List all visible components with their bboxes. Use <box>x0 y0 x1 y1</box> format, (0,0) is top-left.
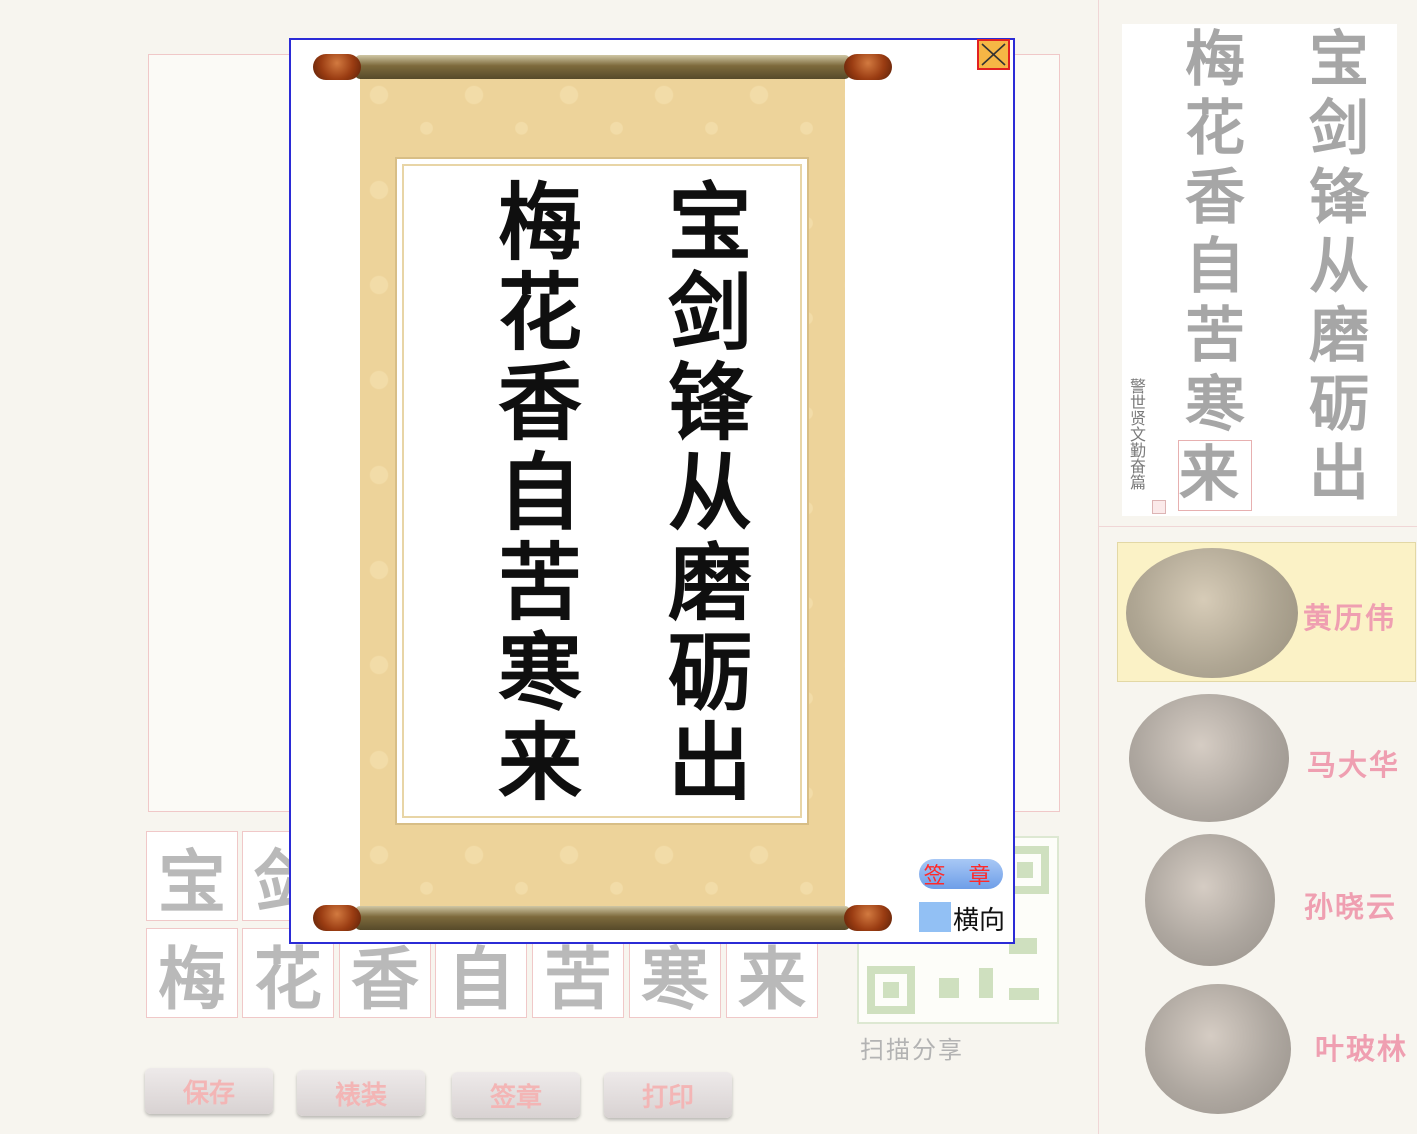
scroll-bottom-rod <box>355 906 850 930</box>
calligraphy-char: 寒 <box>498 623 583 722</box>
grid-char: 梅 <box>157 939 226 1018</box>
calligraphy-char: 锋 <box>668 353 753 452</box>
calligraphy-char: 梅 <box>498 173 583 272</box>
panel-divider <box>1098 526 1417 527</box>
calligraphy-right-column: 宝 剑 锋 从 磨 砺 出 <box>668 178 752 808</box>
add-seal-button[interactable]: 签 章 <box>919 859 1003 889</box>
mount-button[interactable]: 裱装 <box>297 1070 425 1116</box>
avatar <box>1126 548 1298 678</box>
rod-knob-icon <box>313 54 361 80</box>
grid-char: 宝 <box>157 842 226 921</box>
grid-cell[interactable]: 梅 <box>146 928 238 1018</box>
calligraphy-left-column: 梅 花 香 自 苦 寒 来 <box>498 178 582 808</box>
calligraphy-char: 自 <box>498 443 583 542</box>
artist-item[interactable]: 叶玻林 <box>1117 980 1416 1120</box>
avatar <box>1129 694 1289 822</box>
artist-name: 孙晓云 <box>1304 890 1398 924</box>
seal-button[interactable]: 签章 <box>452 1072 580 1118</box>
artist-name: 叶玻林 <box>1315 1032 1409 1066</box>
preview-char: 梅 <box>1185 25 1245 95</box>
preview-char: 剑 <box>1309 94 1369 164</box>
preview-char: 宝 <box>1309 25 1369 95</box>
artist-name: 黄历伟 <box>1303 601 1397 635</box>
preview-char-selected: 来 <box>1178 440 1252 511</box>
grid-cell[interactable]: 宝 <box>146 831 238 921</box>
preview-char: 锋 <box>1309 163 1369 233</box>
calligraphy-char: 剑 <box>668 263 753 362</box>
scroll-top-rod <box>355 55 850 79</box>
qr-share-label: 扫描分享 <box>860 1036 964 1064</box>
preview-char: 出 <box>1309 439 1369 509</box>
close-button[interactable] <box>977 39 1010 70</box>
calligraphy-char: 香 <box>498 353 583 452</box>
preview-char: 从 <box>1309 232 1369 302</box>
calligraphy-char: 苦 <box>498 533 583 632</box>
preview-left-column: 梅 花 香 自 苦 寒 来 <box>1178 26 1252 511</box>
rod-knob-icon <box>844 905 892 931</box>
preview-char: 香 <box>1185 163 1245 233</box>
artist-name: 马大华 <box>1307 748 1401 782</box>
preview-seal-icon <box>1152 500 1166 514</box>
avatar <box>1145 984 1291 1114</box>
rod-knob-icon <box>844 54 892 80</box>
preview-signature: 警世贤文勤奋篇 <box>1127 378 1146 490</box>
preview-char: 寒 <box>1185 370 1245 440</box>
preview-char: 花 <box>1185 94 1245 164</box>
orientation-label[interactable]: 横向 <box>953 900 1005 937</box>
calligraphy-char: 宝 <box>668 173 753 272</box>
artist-item[interactable]: 马大华 <box>1117 690 1416 830</box>
preview-char: 苦 <box>1185 301 1245 371</box>
calligraphy-char: 从 <box>668 443 753 542</box>
artist-item[interactable]: 孙晓云 <box>1117 832 1416 972</box>
preview-char: 磨 <box>1309 301 1369 371</box>
calligraphy-char: 磨 <box>668 533 753 632</box>
avatar <box>1145 834 1275 966</box>
calligraphy-char: 出 <box>668 713 753 812</box>
preview-char: 砺 <box>1309 370 1369 440</box>
artist-item[interactable]: 黄历伟 <box>1117 542 1416 682</box>
orientation-checkbox[interactable] <box>919 902 951 932</box>
calligraphy-char: 砺 <box>668 623 753 722</box>
calligraphy-char: 来 <box>498 713 583 812</box>
close-x-icon <box>981 43 1006 66</box>
calligraphy-char: 花 <box>498 263 583 362</box>
print-button[interactable]: 打印 <box>604 1072 732 1118</box>
rod-knob-icon <box>313 905 361 931</box>
preview-char: 自 <box>1185 232 1245 302</box>
save-button[interactable]: 保存 <box>145 1068 273 1114</box>
preview-right-column: 宝 剑 锋 从 磨 砺 出 <box>1309 26 1369 509</box>
